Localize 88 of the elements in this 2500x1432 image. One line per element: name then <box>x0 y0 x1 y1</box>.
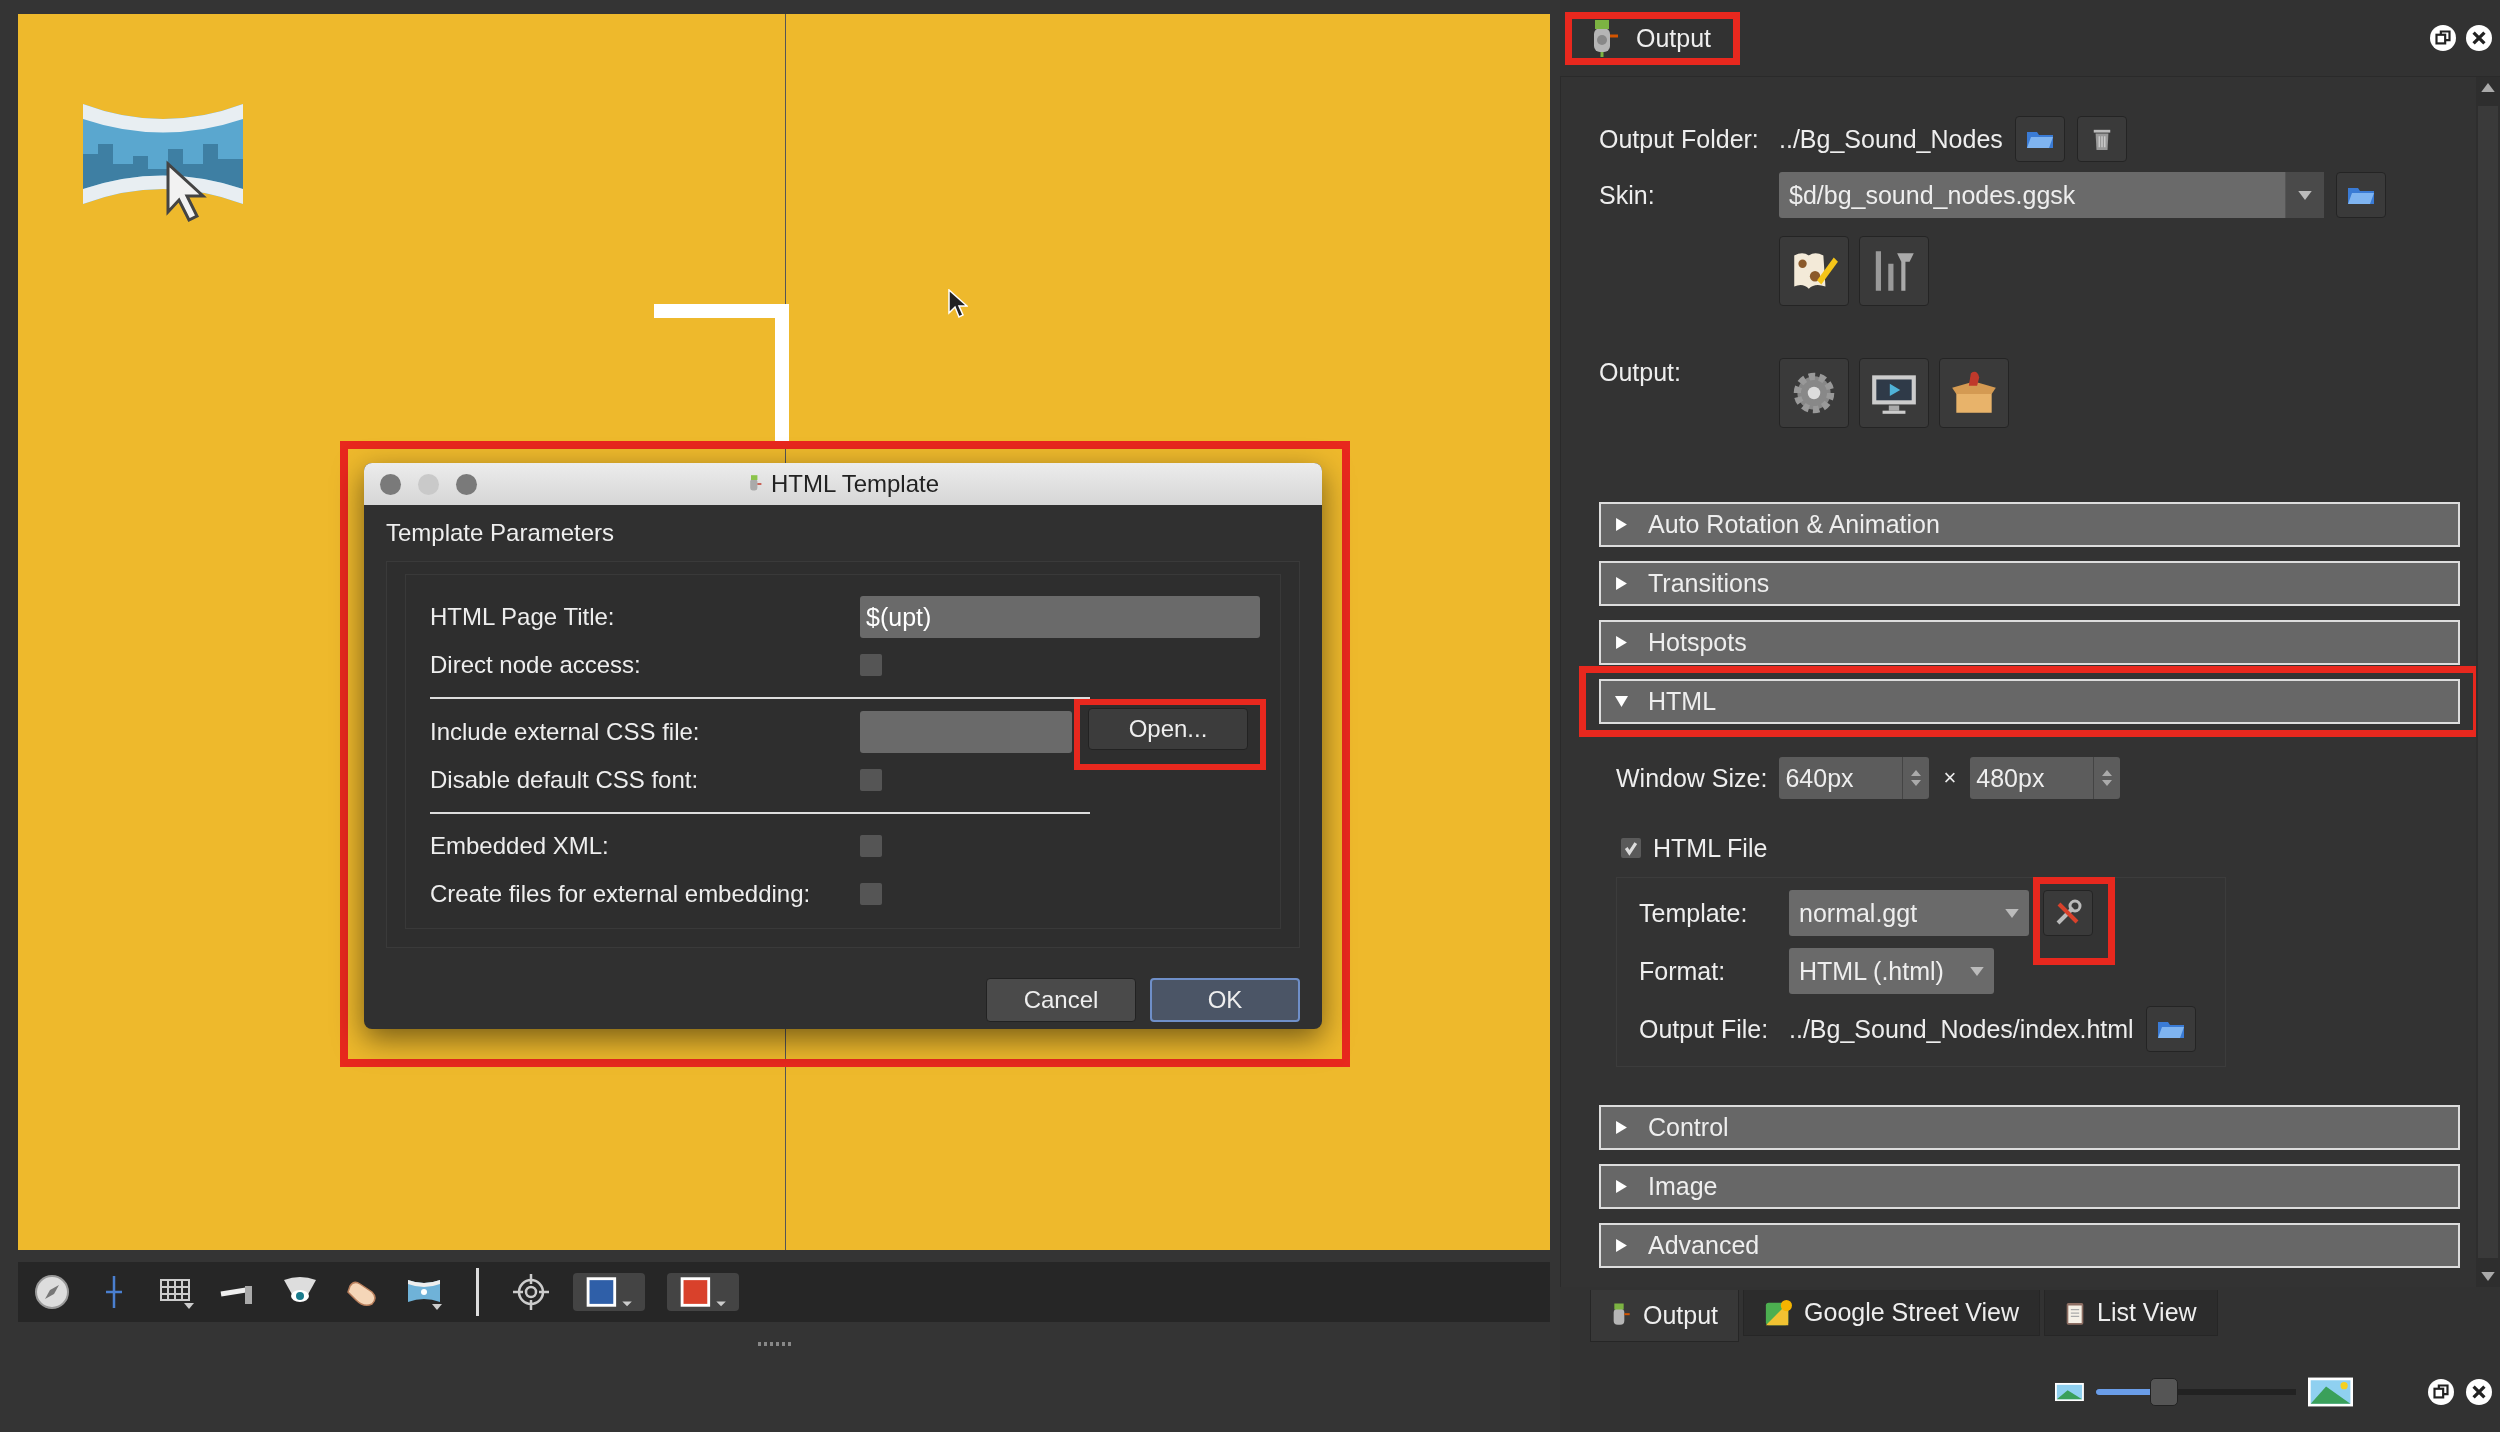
open-button[interactable]: Open... <box>1088 708 1248 750</box>
height-spinbox[interactable]: 480px <box>1970 757 2121 799</box>
large-image-icon <box>2308 1376 2354 1408</box>
cancel-button[interactable]: Cancel <box>986 978 1136 1022</box>
folder-icon[interactable] <box>2014 116 2065 162</box>
scroll-down-icon[interactable] <box>2481 1272 2495 1281</box>
field-label: Disable default CSS font: <box>430 766 700 794</box>
field-label: Format: <box>1639 956 1727 986</box>
close-window-button[interactable] <box>380 474 401 495</box>
resize-grip-icon[interactable] <box>758 1342 792 1346</box>
tab-label: List View <box>2097 1298 2197 1327</box>
swatch-dropdown[interactable] <box>667 1273 739 1311</box>
monitor-play-icon[interactable] <box>1859 358 1929 428</box>
panel-title: Output <box>1636 23 1712 53</box>
caret-icon <box>1970 966 1984 976</box>
panel-tab[interactable]: Output <box>1590 1290 1740 1342</box>
field-label: Window Size: <box>1616 763 1768 793</box>
target-icon[interactable] <box>511 1272 551 1312</box>
ok-button[interactable]: OK <box>1150 978 1300 1022</box>
zoom-window-button[interactable] <box>456 474 477 495</box>
format-dropdown[interactable]: HTML (.html) <box>1789 948 1994 994</box>
group-title: Template Parameters <box>386 519 616 547</box>
template-dropdown[interactable]: normal.ggt <box>1789 890 2029 936</box>
folder-icon[interactable] <box>2336 172 2386 218</box>
section-header[interactable]: Control <box>1599 1105 2460 1150</box>
skin-editor-icon[interactable] <box>1779 236 1849 306</box>
field-label: Create files for external embedding: <box>430 880 812 908</box>
dialog-title: HTML Template <box>770 470 940 498</box>
collapsed-triangle-icon <box>1615 577 1628 590</box>
compass-icon[interactable] <box>32 1272 72 1312</box>
checkbox[interactable] <box>1621 838 1641 858</box>
folder-path: ../Bg_Sound_Nodes <box>1779 124 2003 154</box>
section-header[interactable]: HTML <box>1599 679 2460 724</box>
swatch-dropdown[interactable] <box>573 1273 645 1311</box>
section-header[interactable]: Image <box>1599 1164 2460 1209</box>
wrench-screwdriver-icon[interactable] <box>2043 890 2093 936</box>
checkbox[interactable] <box>860 835 882 857</box>
slider-thumb[interactable] <box>2150 1378 2179 1406</box>
close-icon[interactable] <box>2466 1379 2492 1405</box>
spin-arrows-icon[interactable] <box>2101 768 2114 788</box>
expanded-triangle-icon <box>1615 695 1628 708</box>
width-spinbox[interactable]: 640px <box>1779 757 1930 799</box>
field-label: Skin: <box>1599 180 1656 210</box>
checkbox-label: HTML File <box>1653 833 1768 863</box>
text-field[interactable]: $(upt) <box>860 596 1260 638</box>
collapsed-triangle-icon <box>1615 518 1628 531</box>
collapsed-triangle-icon <box>1615 636 1628 649</box>
field-label: Output Folder: <box>1599 124 1760 154</box>
file-path: ../Bg_Sound_Nodes/index.html <box>1789 1014 2134 1044</box>
scrollbar[interactable] <box>2476 77 2500 1287</box>
checkbox[interactable] <box>860 654 882 676</box>
trash-icon[interactable] <box>2076 116 2127 162</box>
spin-arrows-icon[interactable] <box>1910 768 1923 788</box>
mouse-cursor-icon <box>948 289 968 319</box>
field-label: Include external CSS file: <box>430 717 701 746</box>
close-icon[interactable] <box>2466 25 2492 51</box>
field-label: Embedded XML: <box>430 832 610 860</box>
field-label: Template: <box>1639 898 1749 928</box>
file-field[interactable] <box>860 710 1072 753</box>
panel-tab[interactable]: List View <box>2044 1290 2218 1336</box>
collapsed-triangle-icon <box>1615 1180 1628 1193</box>
field-label: Output: <box>1599 358 1682 387</box>
field-label: HTML Page Title: <box>430 603 616 631</box>
small-image-icon <box>2055 1382 2084 1402</box>
section-header[interactable]: Transitions <box>1599 561 2460 606</box>
field-label: Direct node access: <box>430 651 642 679</box>
scroll-up-icon[interactable] <box>2481 83 2495 92</box>
checkbox[interactable] <box>860 769 882 791</box>
collapsed-triangle-icon <box>1615 1239 1628 1252</box>
tools-icon[interactable] <box>1859 236 1929 306</box>
collapsed-triangle-icon <box>1615 1121 1628 1134</box>
caret-icon <box>2298 190 2312 200</box>
section-header[interactable]: Auto Rotation & Animation <box>1599 502 2460 547</box>
panel-tab[interactable]: Google Street View <box>1743 1290 2040 1336</box>
package-icon[interactable] <box>1939 358 2009 428</box>
restore-icon[interactable] <box>2428 1379 2454 1405</box>
caret-icon <box>2005 908 2019 918</box>
section-header[interactable]: Advanced <box>1599 1223 2460 1268</box>
tab-label: Google Street View <box>1804 1298 2019 1327</box>
restore-icon[interactable] <box>2430 25 2456 51</box>
gear-icon[interactable] <box>1779 358 1849 428</box>
skin-dropdown[interactable]: $d/bg_sound_nodes.ggsk <box>1779 172 2324 218</box>
tab-label: Output <box>1643 1301 1719 1330</box>
checkbox[interactable] <box>860 883 882 905</box>
field-label: Output File: <box>1639 1014 1770 1044</box>
section-header[interactable]: Hotspots <box>1599 620 2460 665</box>
folder-icon[interactable] <box>2145 1006 2196 1052</box>
times-sign: × <box>1943 765 1957 791</box>
